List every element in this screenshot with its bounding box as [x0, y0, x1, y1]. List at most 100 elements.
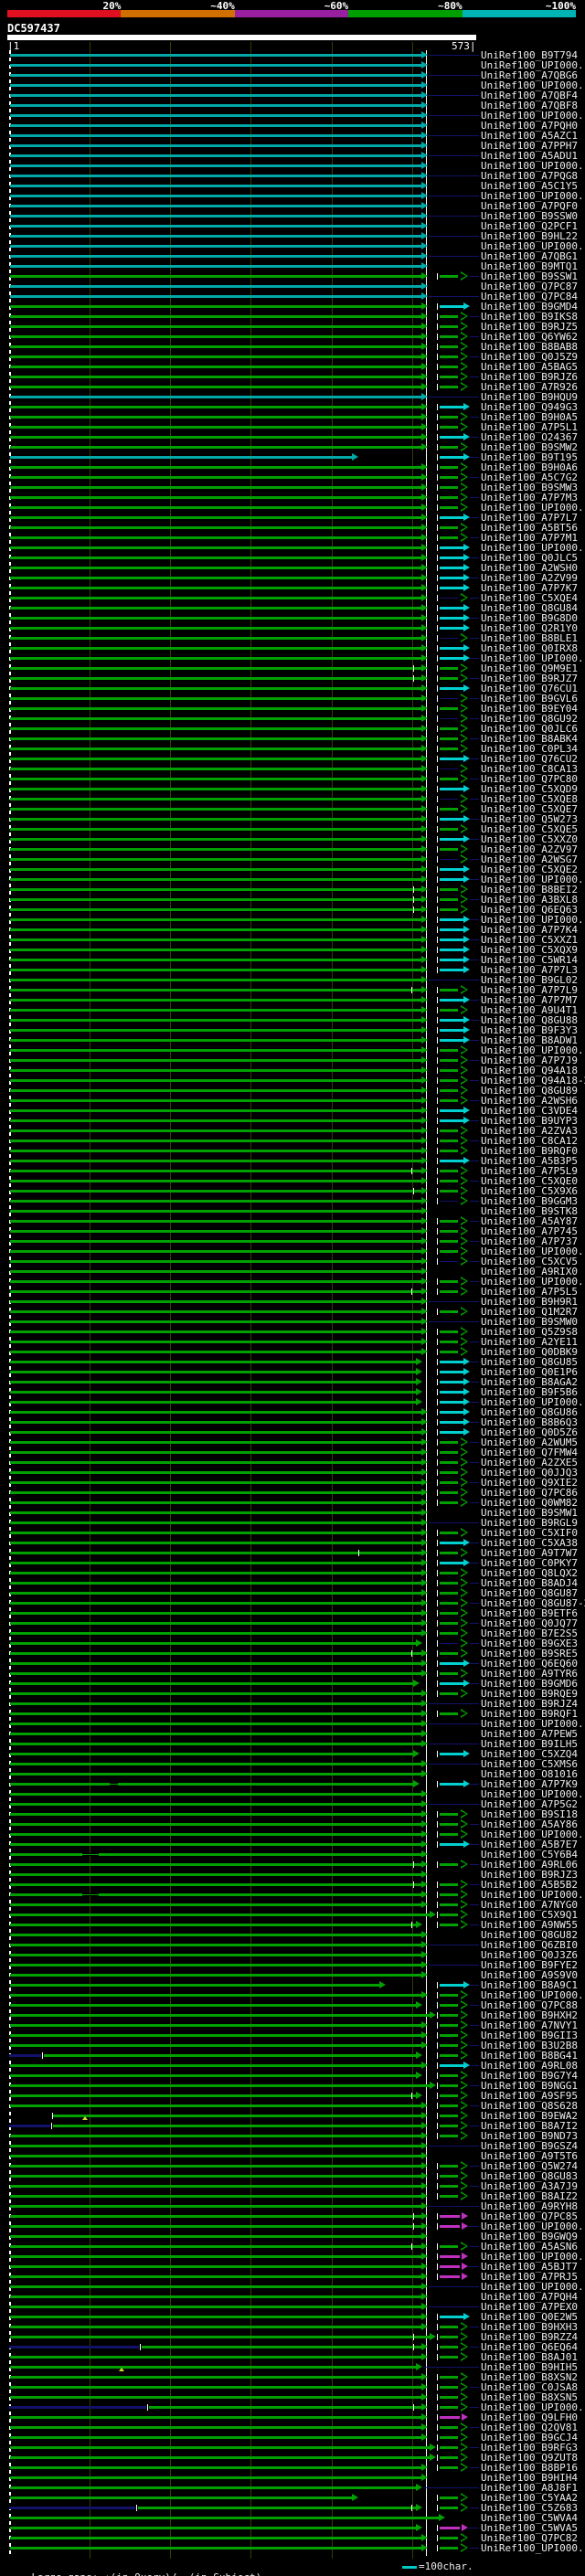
hit-alignment-line — [10, 2004, 416, 2007]
hollow-arrowhead-icon — [461, 2322, 468, 2331]
arrowhead-icon — [421, 1619, 428, 1627]
tail-segment-cyan — [440, 577, 463, 579]
hollow-arrowhead-icon — [461, 362, 468, 371]
hit-alignment-line — [10, 928, 421, 931]
arrowhead-icon — [421, 1810, 428, 1818]
tail-start-tick — [437, 1087, 438, 1094]
tail-segment-green — [440, 496, 458, 499]
arrowhead-icon — [463, 785, 470, 792]
hit-alignment-line — [10, 185, 421, 187]
hit-alignment-line — [10, 456, 352, 459]
hollow-arrowhead-icon — [461, 1638, 468, 1648]
tail-segment-green — [440, 1552, 458, 1554]
tail-start-tick — [437, 1680, 438, 1687]
hollow-arrowhead-icon — [461, 1809, 468, 1818]
hollow-arrowhead-icon — [461, 1920, 468, 1929]
hit-alignment-line — [10, 2316, 421, 2318]
arrowhead-icon — [421, 101, 428, 109]
label-connector-line — [470, 1100, 479, 1101]
tail-segment-green — [440, 2165, 458, 2168]
hit-alignment-line — [10, 516, 421, 519]
tail-segment-cyan — [440, 1119, 463, 1122]
hit-alignment-line — [10, 727, 421, 730]
tail-start-tick — [437, 846, 438, 853]
arrowhead-icon — [421, 996, 428, 1003]
tail-segment-cyan — [440, 1753, 463, 1755]
hit-alignment-line — [10, 2145, 421, 2147]
hit-alignment-line — [10, 1411, 421, 1414]
tail-start-tick — [437, 2274, 438, 2280]
query-end-tick — [413, 675, 414, 682]
tail-segment-cyan — [440, 1843, 463, 1846]
tail-segment-green — [440, 1893, 458, 1896]
tail-segment-cyan — [440, 2316, 463, 2318]
arrowhead-icon — [463, 1157, 470, 1164]
label-connector-line — [470, 1442, 479, 1443]
hollow-arrowhead-inner — [461, 2052, 466, 2058]
tail-start-tick — [437, 2213, 438, 2220]
hit-alignment-line — [10, 2416, 421, 2419]
hollow-arrowhead-icon — [461, 1648, 468, 1658]
arrowhead-icon — [421, 936, 428, 943]
arrowhead-icon — [421, 272, 428, 280]
arrowhead-icon — [421, 2343, 428, 2350]
hit-alignment-line — [10, 406, 421, 408]
tail-start-tick — [437, 1429, 438, 1436]
hit-alignment-line — [10, 526, 421, 529]
tail-start-tick — [437, 866, 438, 873]
label-connector-line — [429, 216, 479, 217]
tail-start-tick — [437, 2133, 438, 2139]
tail-start-tick — [437, 896, 438, 903]
hit-alignment-line — [10, 134, 421, 137]
label-connector-line — [470, 1261, 479, 1262]
query-end-tick — [411, 2093, 412, 2099]
hollow-arrowhead-icon — [461, 985, 468, 994]
hit-alignment-line — [10, 868, 421, 871]
hollow-arrowhead-icon — [461, 1186, 468, 1195]
hollow-arrowhead-icon — [461, 1045, 468, 1055]
hit-alignment-line — [10, 124, 421, 127]
hollow-arrowhead-inner — [461, 1097, 466, 1103]
arrowhead-icon — [421, 865, 428, 873]
tail-segment-cyan — [440, 557, 463, 559]
hollow-arrowhead-inner — [461, 2454, 466, 2460]
tail-segment-cyan — [440, 1421, 463, 1424]
arrowhead-icon — [421, 1197, 428, 1204]
hit-alignment-line — [10, 1220, 421, 1223]
tail-segment-green — [440, 667, 458, 670]
arrowhead-icon — [421, 1036, 428, 1044]
hit-alignment-line — [10, 1009, 421, 1012]
tail-start-tick — [437, 514, 438, 521]
hollow-arrowhead-inner — [461, 796, 466, 801]
tail-start-tick — [437, 585, 438, 591]
hit-alignment-line — [10, 386, 421, 388]
arrowhead-icon — [463, 1117, 470, 1124]
hollow-arrowhead-inner — [461, 2113, 466, 2118]
arrowhead-icon — [463, 1107, 470, 1114]
arrowhead-icon — [421, 765, 428, 772]
hollow-arrowhead-icon — [461, 1146, 468, 1155]
hit-alignment-line — [10, 1883, 421, 1886]
label-connector-line — [470, 1583, 479, 1584]
hit-id-label[interactable]: UniRef100_UPI000.. — [481, 2543, 585, 2553]
arrowhead-icon — [421, 2423, 428, 2431]
arrowhead-icon — [421, 423, 428, 430]
label-connector-line — [470, 1864, 479, 1865]
identity-scale-label: 20% — [102, 0, 122, 12]
tail-segment-cyan — [440, 1039, 463, 1042]
tail-start-tick — [437, 1922, 438, 1928]
hit-alignment-line — [10, 2205, 421, 2208]
label-connector-line — [429, 1764, 479, 1765]
page-title: DC597437 — [7, 22, 60, 35]
tail-segment-green — [440, 677, 458, 680]
tail-segment-green — [440, 315, 458, 318]
hit-alignment-line — [10, 999, 421, 1002]
hollow-arrowhead-inner — [461, 2133, 466, 2138]
hollow-arrowhead-icon — [461, 472, 468, 482]
label-connector-line — [470, 1985, 479, 1986]
arrowhead-icon — [421, 252, 428, 260]
tail-segment-green — [440, 366, 458, 368]
query-end-tick — [411, 1168, 412, 1174]
label-connector-line — [470, 2085, 479, 2086]
arrowhead-icon — [421, 2534, 428, 2541]
